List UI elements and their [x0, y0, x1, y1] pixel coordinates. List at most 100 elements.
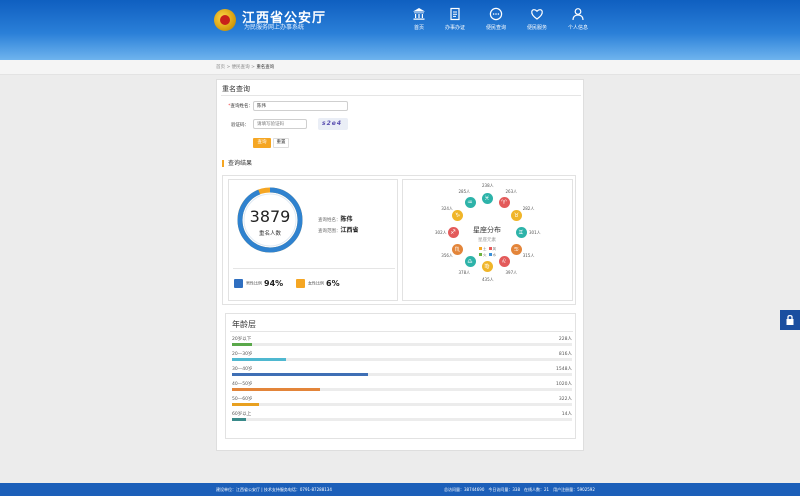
captcha-image[interactable]: s2e4 — [318, 118, 348, 130]
legend-swatch-water — [488, 253, 492, 256]
female-ratio: 女性比例 6% — [296, 279, 340, 288]
age-count: 1548人 — [556, 367, 572, 372]
nav-query[interactable]: 便民查询 — [474, 7, 518, 31]
age-range-label: 30—40岁 — [232, 367, 253, 372]
zodiac-count: 324人 — [441, 206, 453, 211]
site-footer: 建设单位：江西省公安厅 | 技术支持服务电话：0791-87288134 总访问… — [0, 483, 800, 496]
age-row: 30—40岁 1548人 — [232, 366, 572, 378]
nav-label: 便民服务 — [526, 25, 547, 31]
zodiac-sign-circle: ♎ — [464, 255, 476, 267]
query-button[interactable]: 查询 — [253, 138, 271, 148]
legend-swatch-wind — [488, 247, 492, 250]
legend-label: 火 — [483, 253, 487, 257]
zodiac-count: 285人 — [458, 188, 471, 194]
zodiac-title: 星座分布 — [473, 226, 501, 234]
chat-icon — [489, 7, 503, 21]
legend-label: 风 — [492, 247, 497, 251]
zodiac-count: 302人 — [435, 229, 447, 235]
breadcrumb-query[interactable]: 便民查询 — [232, 65, 250, 70]
nav-label: 便民查询 — [485, 25, 506, 31]
age-row: 20—30岁 816人 — [232, 351, 572, 363]
age-bar-fill — [232, 343, 253, 346]
main-panel: 重名查询 *查询姓名： 验证码： s2e4 查询 重置 查询结果 3879 重名… — [216, 79, 584, 451]
age-range-label: 20—30岁 — [232, 352, 253, 357]
age-row: 50—60岁 322人 — [232, 396, 572, 408]
zodiac-count: 238人 — [482, 182, 494, 188]
nav-profile[interactable]: 个人信息 — [556, 7, 600, 31]
zodiac-subtitle: 星座元素 — [478, 238, 496, 243]
zodiac-count: 301人 — [529, 229, 541, 235]
breadcrumb-separator: > — [251, 65, 255, 70]
age-bar-track — [232, 403, 572, 406]
zodiac-count: 315人 — [522, 253, 535, 258]
zodiac-sign-circle: ♓ — [481, 192, 493, 204]
age-row: 60岁以上 14人 — [232, 411, 572, 423]
age-count: 14人 — [561, 412, 572, 417]
user-icon — [572, 8, 584, 21]
page-title: 重名查询 — [222, 85, 250, 93]
breadcrumb-home[interactable]: 首页 — [216, 65, 225, 70]
age-range-label: 20岁以下 — [232, 337, 252, 342]
age-bar-fill — [232, 373, 368, 376]
breadcrumb-separator: > — [226, 65, 231, 70]
name-input[interactable] — [253, 101, 348, 111]
female-icon — [296, 279, 305, 288]
female-ratio-value: 6% — [326, 279, 340, 288]
result-title: 查询结果 — [222, 160, 252, 167]
male-icon — [234, 279, 243, 288]
age-range-label: 60岁以上 — [232, 412, 252, 417]
card-divider — [233, 268, 395, 269]
total-caption: 重名人数 — [258, 231, 281, 237]
female-ratio-label: 女性比例 — [308, 280, 324, 286]
bank-icon — [413, 8, 425, 20]
age-title-divider — [230, 331, 573, 332]
title-divider — [221, 95, 581, 96]
male-ratio-label: 男性比例 — [246, 280, 262, 286]
zodiac-count: 282人 — [522, 206, 535, 211]
age-bar-fill — [232, 403, 260, 406]
age-bar-fill — [232, 358, 287, 361]
age-bar-track — [232, 418, 572, 421]
breadcrumb-current: 重名查询 — [256, 65, 275, 70]
age-range-label: 50—60岁 — [232, 397, 253, 402]
reset-button[interactable]: 重置 — [273, 138, 289, 148]
zodiac-sign-circle: ♏ — [452, 243, 464, 255]
age-bar-track — [232, 373, 572, 376]
zodiac-legend: 土 风 火 水 — [478, 246, 500, 258]
side-lock-tab[interactable] — [780, 310, 800, 330]
document-icon — [450, 7, 460, 21]
zodiac-count: 435人 — [482, 276, 494, 282]
zodiac-sign-circle: ♌ — [498, 255, 510, 267]
zodiac-count: 378人 — [458, 270, 471, 276]
legend-swatch-fire — [479, 253, 482, 256]
breadcrumb: 首页 > 便民查询 > 重名查询 — [216, 64, 274, 70]
police-emblem-icon — [214, 9, 236, 31]
name-label: *查询姓名： — [221, 103, 253, 109]
zodiac-sign-circle: ♒ — [464, 197, 476, 209]
zodiac-count: 397人 — [505, 270, 518, 276]
age-bar-fill — [232, 418, 246, 421]
breadcrumb-bar: 首页 > 便民查询 > 重名查询 — [0, 60, 800, 75]
age-count: 228人 — [558, 337, 572, 342]
info-region-label: 查询范围： — [318, 229, 341, 234]
age-row: 20岁以下 228人 — [232, 336, 572, 348]
total-count: 3879 — [249, 207, 291, 226]
lock-icon — [786, 315, 794, 325]
captcha-input[interactable] — [253, 119, 307, 129]
nav-service[interactable]: 便民服务 — [515, 7, 559, 31]
footer-stats: 总访问量：38744690 今日访问量：338 在线人数：21 用户注册量：59… — [444, 487, 595, 492]
captcha-text: s2e4 — [322, 120, 342, 127]
age-count: 322人 — [558, 397, 572, 402]
result-panel: 3879 重名人数 查询姓名：陈伟 查询范围：江西省 男性比例 94% 女性比例 6… — [222, 175, 576, 305]
zodiac-count: 356人 — [441, 253, 453, 258]
legend-swatch-earth — [479, 247, 482, 250]
nav-office[interactable]: 办事办证 — [433, 7, 477, 31]
name-label-text: 查询姓名： — [230, 104, 254, 109]
zodiac-card: 星座分布 星座元素 土 风 火 水 ♓ 238人 ♈ 263人 ♉ 282人 ♊ 301人 ♋ 3… — [402, 179, 573, 301]
zodiac-sign-circle: ♈ — [498, 197, 510, 209]
zodiac-sign-circle: ♉ — [510, 209, 522, 221]
info-region: 查询范围：江西省 — [318, 225, 359, 234]
age-range-label: 40—50岁 — [232, 382, 253, 387]
zodiac-sign-circle: ♋ — [510, 243, 522, 255]
age-bar-track — [232, 358, 572, 361]
